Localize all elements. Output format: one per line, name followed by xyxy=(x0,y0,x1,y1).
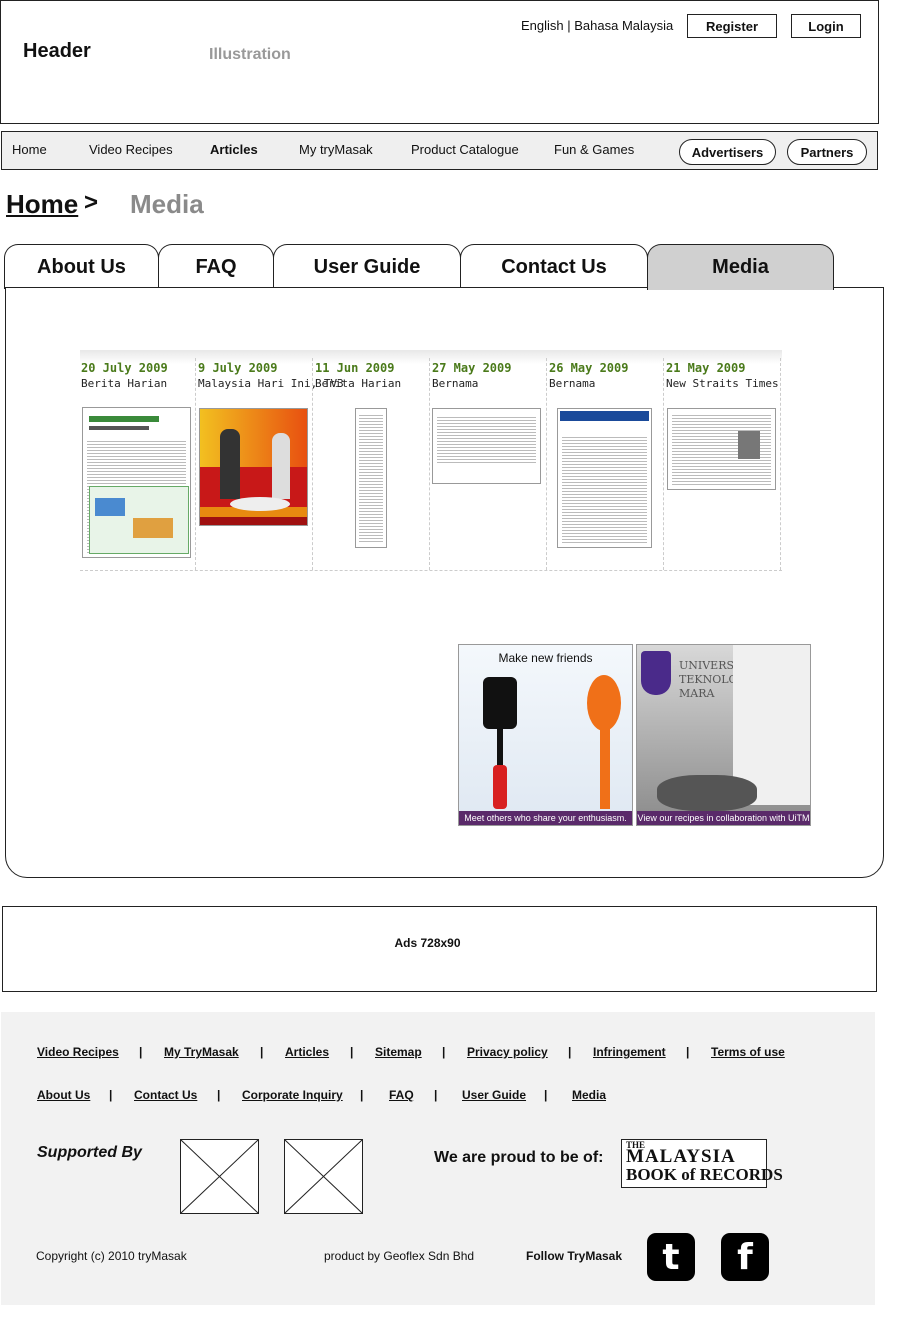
media-clipping-image[interactable] xyxy=(667,408,776,490)
media-clipping-image[interactable] xyxy=(355,408,387,548)
sponsor-logo-placeholder[interactable] xyxy=(180,1139,259,1214)
media-tv-screenshot[interactable] xyxy=(199,408,308,526)
login-button[interactable]: Login xyxy=(791,14,861,38)
footer-link-articles[interactable]: Articles xyxy=(285,1045,329,1059)
media-source: Bernama xyxy=(432,377,479,390)
uitm-logo xyxy=(641,651,671,695)
footer-separator: | xyxy=(139,1045,143,1059)
footer-separator: | xyxy=(109,1088,113,1102)
product-by-text: product by Geoflex Sdn Bhd xyxy=(324,1249,475,1263)
footer-link-contact-us[interactable]: Contact Us xyxy=(134,1088,197,1102)
media-date: 11 Jun 2009 xyxy=(315,361,395,375)
ad-banner-label: Ads 728x90 xyxy=(394,936,461,950)
footer-link-about-us[interactable]: About Us xyxy=(37,1088,90,1102)
footer-link-faq[interactable]: FAQ xyxy=(389,1088,414,1102)
footer-separator: | xyxy=(568,1045,572,1059)
proud-label: We are proud to be of: xyxy=(434,1149,604,1166)
footer-link-user-guide[interactable]: User Guide xyxy=(462,1088,526,1102)
footer-separator: | xyxy=(350,1045,354,1059)
supported-by-label: Supported By xyxy=(37,1144,142,1161)
breadcrumb-separator: > xyxy=(84,189,99,216)
tab-media[interactable]: Media xyxy=(647,244,834,290)
header-title: Header xyxy=(23,40,91,62)
media-clipping-image[interactable] xyxy=(82,407,191,558)
footer-separator: | xyxy=(360,1088,364,1102)
nav-articles[interactable]: Articles xyxy=(210,142,258,157)
footer-link-corporate-inquiry[interactable]: Corporate Inquiry xyxy=(242,1088,343,1102)
footer-link-my-trymasak[interactable]: My TryMasak xyxy=(164,1045,239,1059)
breadcrumb-home[interactable]: Home xyxy=(6,189,78,220)
nav-video-recipes[interactable]: Video Recipes xyxy=(89,142,173,157)
media-source: Berita Harian xyxy=(81,377,168,390)
partners-button[interactable]: Partners xyxy=(787,139,867,165)
footer-link-sitemap[interactable]: Sitemap xyxy=(375,1045,422,1059)
advertisers-button[interactable]: Advertisers xyxy=(679,139,776,165)
media-date: 20 July 2009 xyxy=(81,361,168,375)
footer-separator: | xyxy=(686,1045,690,1059)
footer-separator: | xyxy=(434,1088,438,1102)
promo-title: Make new friends xyxy=(498,651,593,665)
footer-link-terms[interactable]: Terms of use xyxy=(711,1045,785,1059)
language-switch[interactable]: English | Bahasa Malaysia xyxy=(521,18,673,33)
footer-separator: | xyxy=(544,1088,548,1102)
promo-caption: Meet others who share your enthusiasm. xyxy=(459,811,632,825)
follow-label: Follow TryMasak xyxy=(526,1249,623,1263)
media-source: New Straits Times xyxy=(666,377,779,390)
footer-separator: | xyxy=(217,1088,221,1102)
register-button[interactable]: Register xyxy=(687,14,777,38)
promo-make-friends[interactable]: Make new friends Meet others who share y… xyxy=(458,644,633,826)
promo-uitm[interactable]: UNIVERSITI TEKNOLOGI MARA View our recip… xyxy=(636,644,811,826)
tab-contact-us[interactable]: Contact Us xyxy=(460,244,648,289)
copyright-text: Copyright (c) 2010 tryMasak xyxy=(36,1249,187,1263)
media-source: Berita Harian xyxy=(315,377,402,390)
media-date: 27 May 2009 xyxy=(432,361,512,375)
media-strip-divider xyxy=(80,570,782,571)
nav-my-trymasak[interactable]: My tryMasak xyxy=(299,142,373,157)
media-date: 26 May 2009 xyxy=(549,361,629,375)
tab-user-guide[interactable]: User Guide xyxy=(273,244,461,289)
media-date: 21 May 2009 xyxy=(666,361,746,375)
nav-home[interactable]: Home xyxy=(12,142,47,157)
footer-link-infringement[interactable]: Infringement xyxy=(593,1045,666,1059)
promo-title: UNIVERSITI TEKNOLOGI MARA xyxy=(679,659,751,700)
header-illustration: Illustration xyxy=(209,46,291,63)
breadcrumb-current: Media xyxy=(130,189,204,219)
promo-caption: View our recipes in collaboration with U… xyxy=(637,811,810,825)
media-date: 9 July 2009 xyxy=(198,361,278,375)
sponsor-logo-placeholder[interactable] xyxy=(284,1139,363,1214)
media-clipping-image[interactable] xyxy=(432,408,541,484)
nav-fun-games[interactable]: Fun & Games xyxy=(554,142,634,157)
media-clipping-image[interactable] xyxy=(557,408,652,548)
nav-product-catalogue[interactable]: Product Catalogue xyxy=(411,142,519,157)
footer-link-privacy[interactable]: Privacy policy xyxy=(467,1045,548,1059)
footer-link-media[interactable]: Media xyxy=(572,1088,606,1102)
facebook-icon[interactable]: f xyxy=(721,1233,769,1281)
media-source: Bernama xyxy=(549,377,596,390)
twitter-icon[interactable]: t xyxy=(647,1233,695,1281)
malaysia-book-of-records-logo[interactable]: THE MALAYSIA BOOK of RECORDS xyxy=(621,1139,783,1188)
tab-about-us[interactable]: About Us xyxy=(4,244,159,289)
footer-separator: | xyxy=(442,1045,446,1059)
tab-faq[interactable]: FAQ xyxy=(158,244,274,289)
footer-link-video-recipes[interactable]: Video Recipes xyxy=(37,1045,119,1059)
footer-separator: | xyxy=(260,1045,264,1059)
